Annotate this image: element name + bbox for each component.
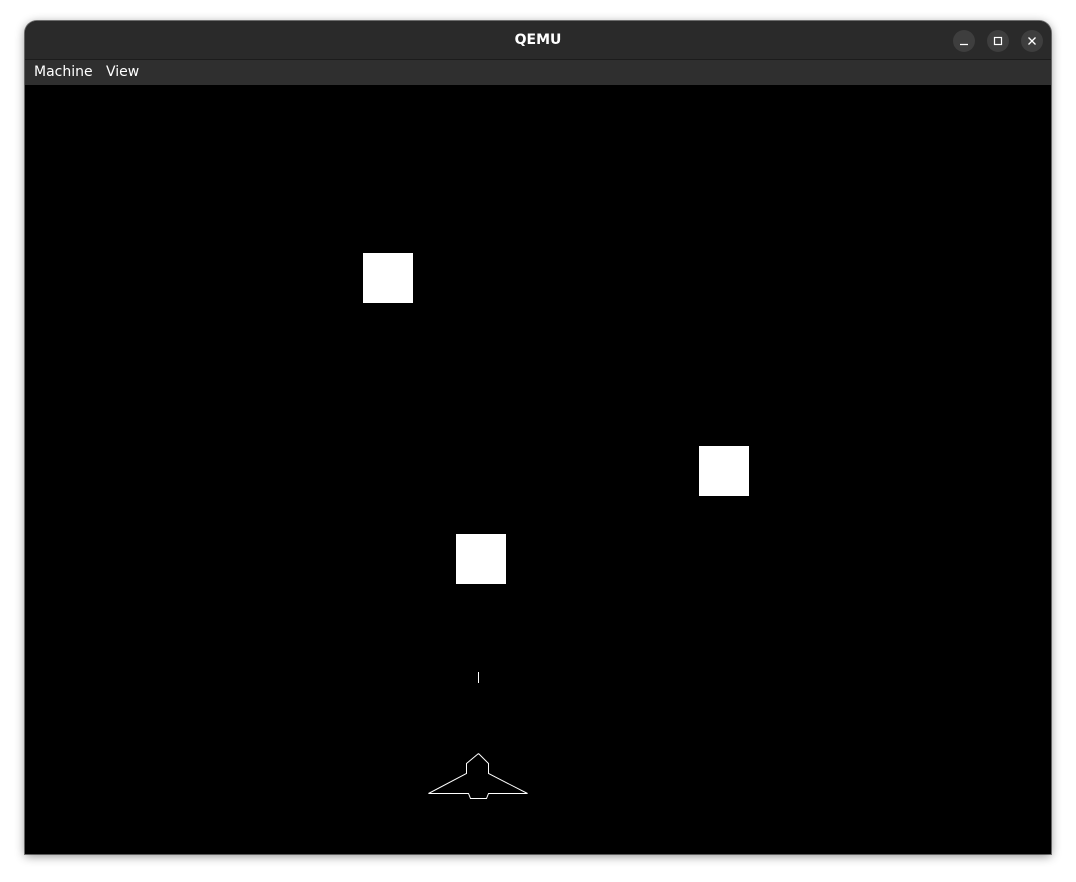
menu-machine[interactable]: Machine xyxy=(34,60,93,85)
maximize-button[interactable] xyxy=(987,30,1009,52)
vm-display[interactable] xyxy=(25,85,1051,854)
menu-view[interactable]: View xyxy=(106,60,139,85)
minimize-button[interactable] xyxy=(953,30,975,52)
menu-bar: Machine View xyxy=(25,60,1051,85)
enemy-block xyxy=(699,446,749,496)
enemy-block xyxy=(456,534,506,584)
enemy-block xyxy=(363,253,413,303)
title-bar[interactable]: QEMU xyxy=(25,21,1051,60)
window-title: QEMU xyxy=(514,32,562,48)
minimize-icon xyxy=(960,43,968,46)
qemu-window: QEMU Machine View xyxy=(25,21,1051,854)
player-ship-icon xyxy=(428,753,528,799)
player-bullet xyxy=(478,672,479,683)
close-button[interactable] xyxy=(1021,30,1043,52)
maximize-icon xyxy=(993,36,1003,46)
close-icon xyxy=(1028,37,1036,45)
